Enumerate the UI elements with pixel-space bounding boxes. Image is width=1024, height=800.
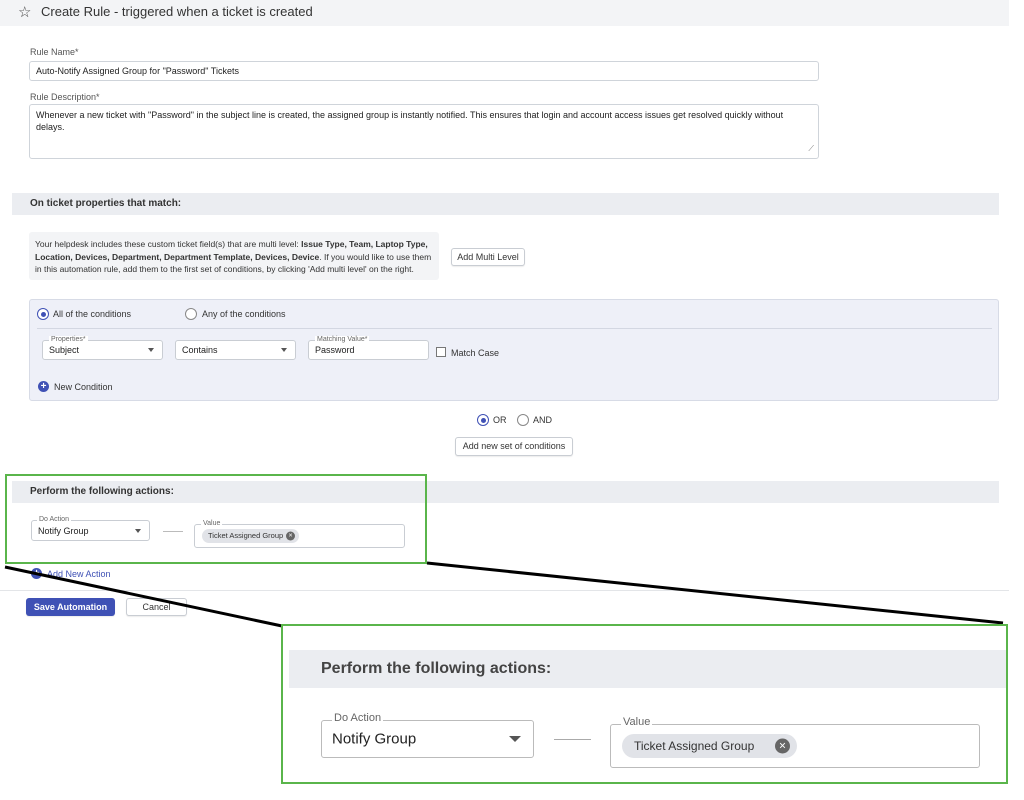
zoom-inset: Perform the following actions: Do Action…	[281, 624, 1008, 784]
zoom-value-input: Value Ticket Assigned Group ×	[610, 716, 980, 768]
connector-line-left	[4, 565, 283, 628]
zoom-actions-header: Perform the following actions:	[289, 650, 1006, 688]
zoom-do-action-select: Do Action Notify Group	[321, 712, 534, 758]
chevron-down-icon	[509, 736, 521, 742]
zoom-value-label: Value	[621, 716, 653, 728]
connector-line-right	[426, 561, 1004, 625]
close-icon: ×	[775, 738, 790, 754]
zoom-do-action-value: Notify Group	[332, 730, 417, 748]
zoom-value-chip-label: Ticket Assigned Group	[634, 739, 755, 753]
zoom-value-chip: Ticket Assigned Group ×	[622, 734, 797, 758]
zoom-arrow-right-icon	[554, 739, 591, 740]
zoom-do-action-label: Do Action	[332, 712, 384, 724]
